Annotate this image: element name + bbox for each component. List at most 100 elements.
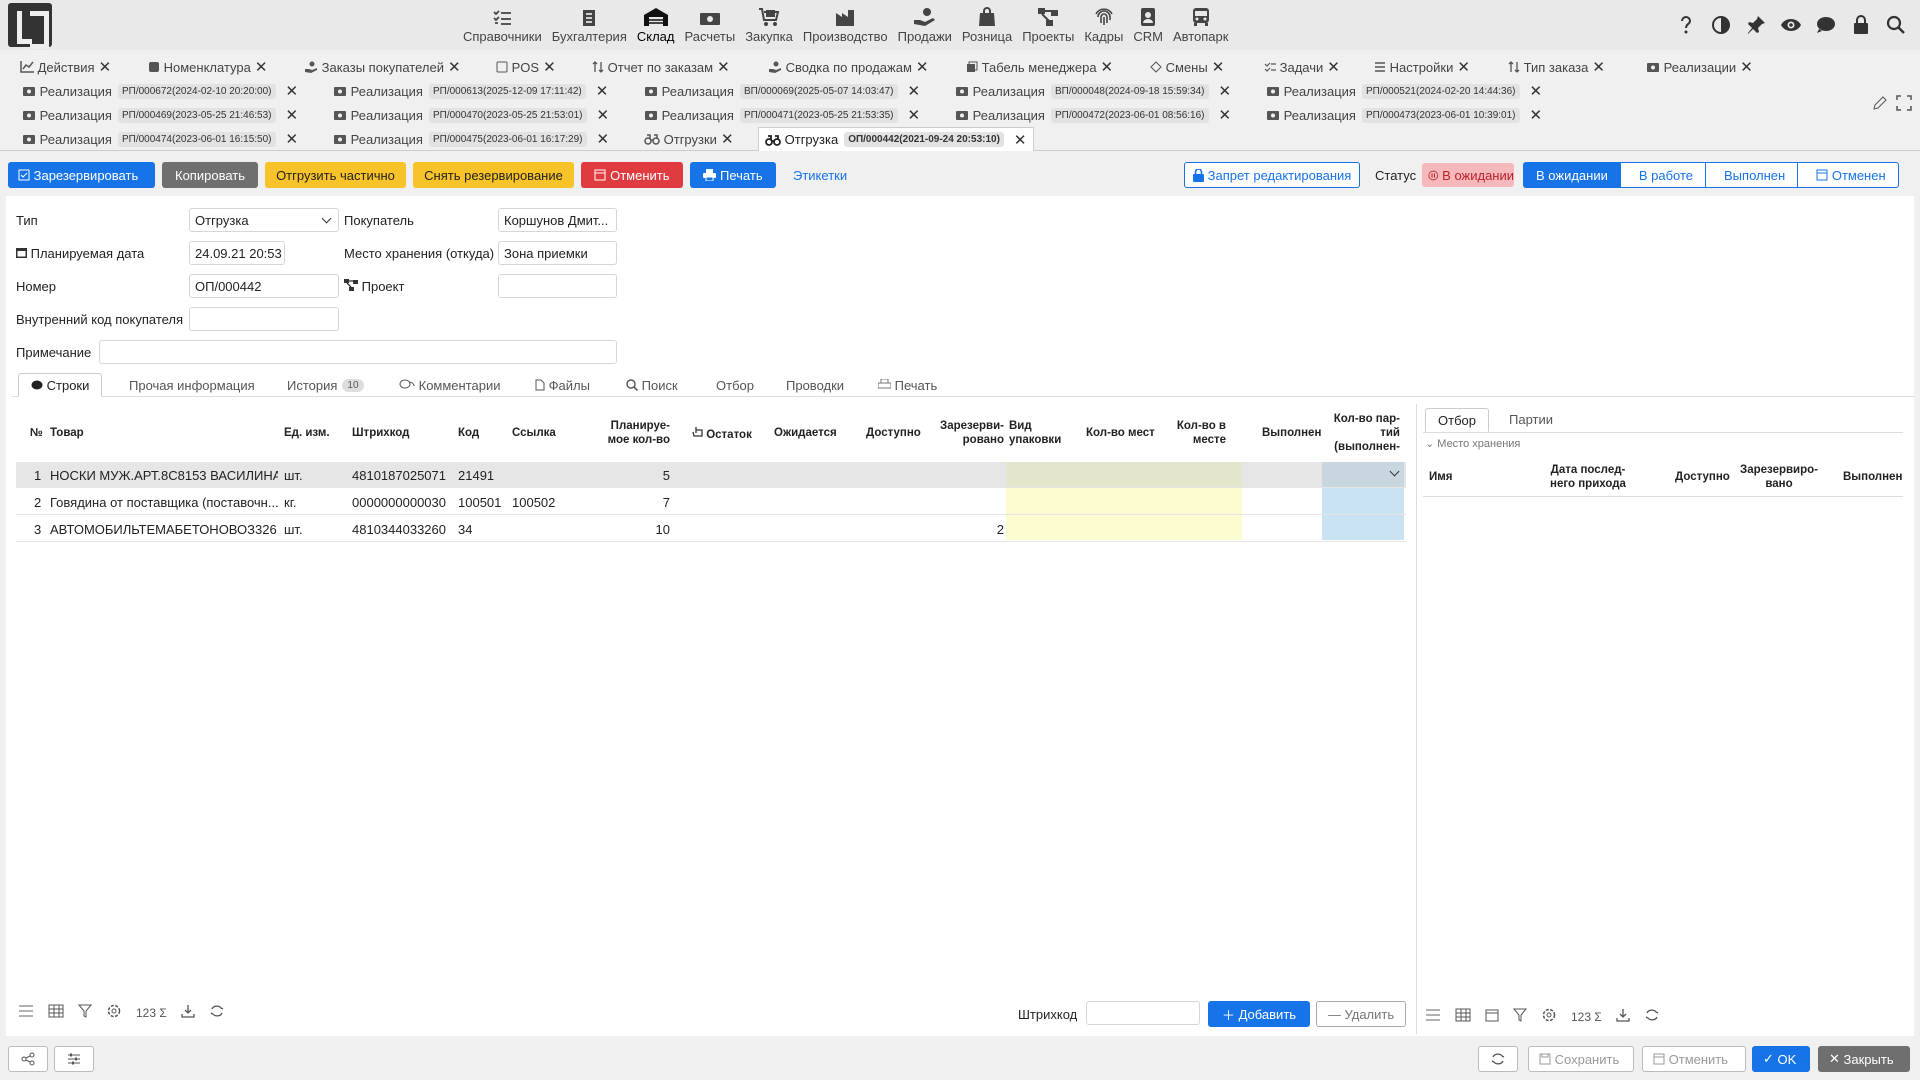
tab-actions[interactable]: Действия ✕	[20, 55, 111, 79]
close-icon[interactable]: ✕	[1530, 106, 1543, 124]
ok-button[interactable]: ✓ OK	[1752, 1046, 1810, 1072]
planned-date-input[interactable]: 24.09.21 20:53	[189, 241, 285, 265]
save-button[interactable]: Сохранить	[1528, 1046, 1634, 1072]
close-icon[interactable]: ✕	[1457, 58, 1470, 76]
cancel-document-button[interactable]: Отменить	[581, 162, 683, 188]
tab-print[interactable]: Печать	[878, 373, 937, 397]
col-places[interactable]: Кол-во мест	[1086, 426, 1155, 440]
list-view-icon[interactable]	[18, 1004, 34, 1021]
download-icon[interactable]	[1616, 1008, 1630, 1025]
pin-icon[interactable]	[1743, 14, 1768, 36]
remove-row-button[interactable]: — Удалить	[1316, 1001, 1406, 1027]
tab-shifts[interactable]: Смены ✕	[1150, 55, 1224, 79]
tab-order-type[interactable]: Тип заказа ✕	[1508, 55, 1605, 79]
tab-search[interactable]: Поиск	[626, 373, 678, 397]
close-icon[interactable]: ✕	[1592, 58, 1605, 76]
tab-selection-panel[interactable]: Отбор	[1425, 408, 1489, 432]
module-accounting[interactable]: Бухгалтерия	[547, 0, 632, 50]
col-batches[interactable]: Кол-во пар-тий (выполнен-	[1326, 412, 1400, 454]
tab-comments[interactable]: Комментарии	[399, 373, 501, 397]
tab-shipments[interactable]: Отгрузки ✕	[644, 127, 734, 151]
module-warehouse[interactable]: Склад	[632, 0, 680, 50]
search-icon[interactable]	[1883, 14, 1908, 36]
close-icon[interactable]: ✕	[1530, 82, 1543, 100]
col-expected[interactable]: Ожидается	[774, 426, 837, 440]
tab-realization[interactable]: Реализация ВП/000048(2024-09-18 15:59:34)…	[955, 79, 1231, 103]
tab-realization[interactable]: Реализация РП/000475(2023-06-01 16:17:29)…	[333, 127, 609, 151]
storage-input[interactable]: Зона приемки	[498, 241, 617, 265]
tab-realization[interactable]: Реализация РП/000474(2023-06-01 16:15:50)…	[22, 127, 298, 151]
tab-realizations[interactable]: Реализации ✕	[1646, 55, 1753, 79]
tab-realization[interactable]: Реализация РП/000471(2023-05-25 21:53:35)…	[644, 103, 920, 127]
grid-view-icon[interactable]	[48, 1004, 64, 1021]
close-icon[interactable]: ✕	[916, 58, 929, 76]
lock-icon[interactable]	[1848, 14, 1873, 36]
close-button[interactable]: ✕ Закрыть	[1818, 1046, 1910, 1072]
tab-customer-orders[interactable]: Заказы покупателей ✕	[304, 55, 461, 79]
close-icon[interactable]: ✕	[1219, 106, 1232, 124]
filter-icon[interactable]	[1512, 1008, 1528, 1025]
tab-realization[interactable]: Реализация РП/000473(2023-06-01 10:39:01)…	[1266, 103, 1542, 127]
table-row[interactable]: 3 АВТОМОБИЛЬТЕМАБЕТОНОВОЗ326... шт. 4810…	[16, 516, 1406, 542]
module-settlements[interactable]: Расчеты	[679, 0, 740, 50]
module-production[interactable]: Производство	[798, 0, 893, 50]
close-icon[interactable]: ✕	[1014, 131, 1027, 149]
grid-view-icon[interactable]	[1455, 1008, 1471, 1025]
copy-button[interactable]: Копировать	[162, 162, 258, 188]
close-icon[interactable]: ✕	[721, 130, 734, 148]
col-available[interactable]: Доступно	[866, 426, 921, 440]
buyer-input[interactable]: Коршунов Дмит...	[498, 208, 617, 232]
app-logo[interactable]	[8, 3, 52, 49]
close-icon[interactable]: ✕	[908, 82, 921, 100]
col-done[interactable]: Выполнен	[1843, 470, 1902, 484]
tab-orders-report[interactable]: Отчет по заказам ✕	[592, 55, 730, 79]
close-icon[interactable]: ✕	[1327, 58, 1340, 76]
workflow-step-done[interactable]: Выполнен	[1705, 162, 1799, 188]
download-icon[interactable]	[181, 1004, 195, 1021]
col-reserved[interactable]: Зарезервиро-вано	[1739, 463, 1819, 491]
filter-icon[interactable]	[77, 1004, 93, 1021]
share-button[interactable]	[8, 1046, 48, 1072]
close-icon[interactable]: ✕	[597, 130, 610, 148]
col-stock[interactable]: Остаток	[692, 426, 752, 442]
tab-sales-summary[interactable]: Сводка по продажам ✕	[768, 55, 928, 79]
type-select[interactable]: Отгрузка	[189, 208, 339, 232]
col-available[interactable]: Доступно	[1675, 470, 1730, 484]
tab-settings[interactable]: Настройки ✕	[1374, 55, 1470, 79]
cancel-button[interactable]: Отменить	[1642, 1046, 1746, 1072]
close-icon[interactable]: ✕	[543, 58, 556, 76]
module-purchase[interactable]: Закупка	[740, 0, 798, 50]
col-link[interactable]: Ссылка	[512, 426, 556, 440]
tab-batches-panel[interactable]: Партии	[1509, 412, 1553, 427]
tab-manager-timesheet[interactable]: Табель менеджера ✕	[966, 55, 1113, 79]
workflow-step-in-progress[interactable]: В работе	[1619, 162, 1707, 188]
table-row[interactable]: 1 НОСКИ МУЖ.АРТ.8С8153 ВАСИЛИНА шт. 4810…	[16, 462, 1406, 488]
internal-code-input[interactable]	[189, 307, 339, 331]
gear-icon[interactable]	[106, 1003, 122, 1022]
col-code[interactable]: Код	[458, 426, 479, 440]
col-product[interactable]: Товар	[50, 426, 84, 440]
tab-postings[interactable]: Проводки	[786, 373, 844, 397]
close-icon[interactable]: ✕	[717, 58, 730, 76]
col-planned[interactable]: Планируе-мое кол-во	[606, 419, 670, 447]
module-retail[interactable]: Розница	[957, 0, 1017, 50]
barcode-input[interactable]	[1086, 1001, 1200, 1025]
close-icon[interactable]: ✕	[99, 58, 112, 76]
tab-shipment-active[interactable]: Отгрузка ОП/000442(2021-09-24 20:53:10) ✕	[758, 127, 1034, 151]
module-hr[interactable]: Кадры	[1079, 0, 1128, 50]
sum-icon[interactable]: 123 Σ	[136, 1006, 167, 1020]
edit-lock-button[interactable]: Запрет редактирования	[1184, 162, 1361, 188]
tab-realization[interactable]: Реализация РП/000470(2023-05-25 21:53:01)…	[333, 103, 609, 127]
close-icon[interactable]: ✕	[596, 82, 609, 100]
close-icon[interactable]: ✕	[448, 58, 461, 76]
col-pack-type[interactable]: Вид упаковки	[1009, 419, 1061, 447]
tab-realization[interactable]: Реализация РП/000613(2025-12-09 17:11:42)…	[333, 79, 608, 103]
tab-other-info[interactable]: Прочая информация	[129, 373, 255, 397]
close-icon[interactable]: ✕	[286, 106, 299, 124]
note-input[interactable]	[99, 340, 617, 364]
workflow-step-cancelled[interactable]: Отменен	[1797, 162, 1899, 188]
tab-realization[interactable]: Реализация ВП/000069(2025-05-07 14:03:47)…	[644, 79, 920, 103]
print-button[interactable]: Печать	[690, 162, 776, 188]
tab-rows[interactable]: Строки	[18, 373, 103, 397]
chat-icon[interactable]	[1813, 14, 1838, 36]
